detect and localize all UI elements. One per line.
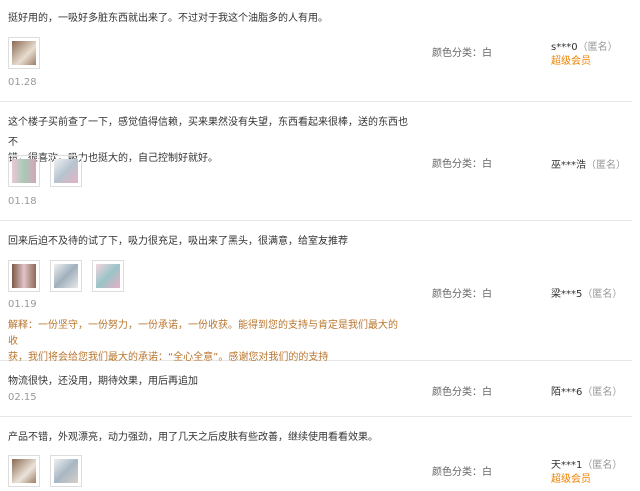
review-photo-thumbnail[interactable]: [8, 455, 40, 487]
reviewer-id: 陌***6: [551, 387, 583, 398]
member-badge: 超级会员: [551, 56, 591, 67]
reviewer-name: 陌***6（匿名）: [551, 383, 622, 398]
color-variant: 颜色分类：白: [432, 387, 492, 398]
reviewer-name: 天***1（匿名）: [551, 456, 622, 471]
reviewer-id: 梁***5: [551, 289, 583, 300]
review-text: 回来后迫不及待的试了下，吸力很充足，吸出来了黑头，很满意，给室友推荐: [8, 236, 348, 247]
anonymous-label: （匿名）: [586, 160, 626, 171]
review-photos: [8, 37, 50, 73]
seller-reply: 解释：一份坚守，一份努力，一份承诺，一份收获。能得到您的支持与肯定是我们最大的收…: [8, 318, 403, 366]
review-photo-thumbnail[interactable]: [92, 260, 124, 292]
review-photo-thumbnail[interactable]: [50, 155, 82, 187]
review-text: 挺好用的，一吸好多脏东西就出来了。不过对于我这个油脂多的人有用。: [8, 13, 328, 24]
review-date: 01.28: [8, 77, 37, 88]
review-item: 物流很快，还没用，期待效果，用后再追加 02.15 颜色分类：白 陌***6（匿…: [0, 360, 632, 417]
reviewer-name: s***0（匿名）: [551, 38, 618, 53]
seller-reply-line: 解释：一份坚守，一份努力，一份承诺，一份收获。能得到您的支持与肯定是我们最大的收: [8, 320, 398, 347]
member-badge: 超级会员: [551, 474, 591, 485]
anonymous-label: （匿名）: [582, 387, 623, 398]
anonymous-label: （匿名）: [582, 289, 623, 300]
color-variant: 颜色分类：白: [432, 289, 492, 300]
review-item: 产品不错，外观漂亮，动力强劲，用了几天之后皮肤有些改善，继续使用看看效果。 颜色…: [0, 416, 632, 490]
color-variant: 颜色分类：白: [432, 159, 492, 170]
review-item: 挺好用的，一吸好多脏东西就出来了。不过对于我这个油脂多的人有用。 01.28 颜…: [0, 0, 632, 102]
reviewer-name: 巫***浩（匿名）: [551, 156, 626, 171]
review-photo-thumbnail[interactable]: [8, 155, 40, 187]
color-variant: 颜色分类：白: [432, 48, 492, 59]
review-text: 产品不错，外观漂亮，动力强劲，用了几天之后皮肤有些改善，继续使用看看效果。: [8, 432, 378, 443]
review-photo-thumbnail[interactable]: [8, 37, 40, 69]
review-date: 02.15: [8, 392, 37, 403]
color-variant: 颜色分类：白: [432, 467, 492, 478]
review-photos: [8, 260, 134, 296]
review-item: 这个楼子买前查了一下，感觉值得信赖，买来果然没有失望，东西看起来很棒，送的东西也…: [0, 101, 632, 221]
review-photos: [8, 155, 92, 191]
reviewer-id: 巫***浩: [551, 160, 586, 171]
review-date: 01.19: [8, 299, 37, 310]
review-photo-thumbnail[interactable]: [50, 455, 82, 487]
review-photo-thumbnail[interactable]: [50, 260, 82, 292]
review-date: 01.18: [8, 196, 37, 207]
review-photo-thumbnail[interactable]: [8, 260, 40, 292]
review-text-line: 这个楼子买前查了一下，感觉值得信赖，买来果然没有失望，东西看起来很棒，送的东西也…: [8, 117, 408, 148]
review-text: 物流很快，还没用，期待效果，用后再追加: [8, 376, 198, 387]
review-item: 回来后迫不及待的试了下，吸力很充足，吸出来了黑头，很满意，给室友推荐 01.19…: [0, 220, 632, 363]
reviewer-name: 梁***5（匿名）: [551, 285, 622, 300]
review-photos: [8, 455, 92, 491]
